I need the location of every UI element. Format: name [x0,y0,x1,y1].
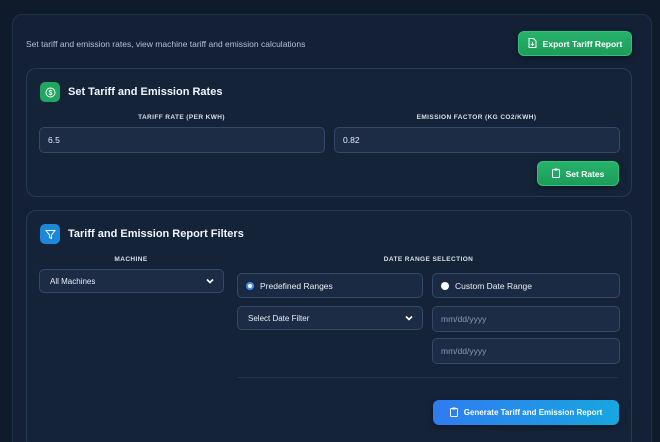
filters-card-title: Tariff and Emission Report Filters [68,228,244,240]
tariff-rate-input[interactable]: 6.5 [39,127,325,153]
chevron-down-icon [206,278,214,284]
chevron-down-icon [405,315,413,321]
clipboard-icon [449,407,458,419]
file-export-icon [528,37,537,50]
page-subtitle: Set tariff and emission rates, view mach… [26,39,306,49]
export-button-label: Export Tariff Report [542,38,623,49]
machine-label: MACHINE [114,256,148,263]
custom-date-range-option[interactable]: Custom Date Range [432,273,620,298]
filters-card: Tariff and Emission Report Filters MACHI… [26,210,632,442]
predefined-ranges-option[interactable]: Predefined Ranges [237,273,423,298]
set-rates-button[interactable]: Set Rates [537,161,619,186]
machine-select[interactable]: All Machines [39,269,224,293]
machine-select-value: All Machines [50,276,96,286]
emission-factor-label: EMISSION FACTOR (KG CO2/KWH) [416,114,537,121]
divider [237,377,618,378]
predefined-ranges-label: Predefined Ranges [260,280,333,291]
rates-card-title: Set Tariff and Emission Rates [68,86,223,98]
date-filter-value: Select Date Filter [248,313,310,323]
custom-date-range-label: Custom Date Range [455,280,533,291]
svg-text:$: $ [48,90,52,97]
generate-report-button[interactable]: Generate Tariff and Emission Report [433,400,619,425]
date-range-label: DATE RANGE SELECTION [383,256,474,263]
end-date-placeholder: mm/dd/yyyy [441,346,487,356]
tariff-rate-label: TARIFF RATE (PER KWH) [138,114,225,121]
dollar-icon: $ [40,82,60,102]
clipboard-icon [551,168,560,180]
generate-report-label: Generate Tariff and Emission Report [463,408,603,417]
rates-card: $ Set Tariff and Emission Rates TARIFF R… [26,68,632,197]
end-date-input[interactable]: mm/dd/yyyy [432,338,620,364]
date-filter-select[interactable]: Select Date Filter [237,306,423,330]
filter-icon [40,224,60,244]
radio-unselected-icon [441,281,449,290]
set-rates-label: Set Rates [565,168,605,179]
radio-selected-icon [246,281,254,290]
start-date-placeholder: mm/dd/yyyy [441,314,487,324]
main-panel: Set tariff and emission rates, view mach… [12,14,652,442]
start-date-input[interactable]: mm/dd/yyyy [432,306,620,332]
export-tariff-report-button[interactable]: Export Tariff Report [518,31,632,56]
emission-factor-input[interactable]: 0.82 [334,127,620,153]
